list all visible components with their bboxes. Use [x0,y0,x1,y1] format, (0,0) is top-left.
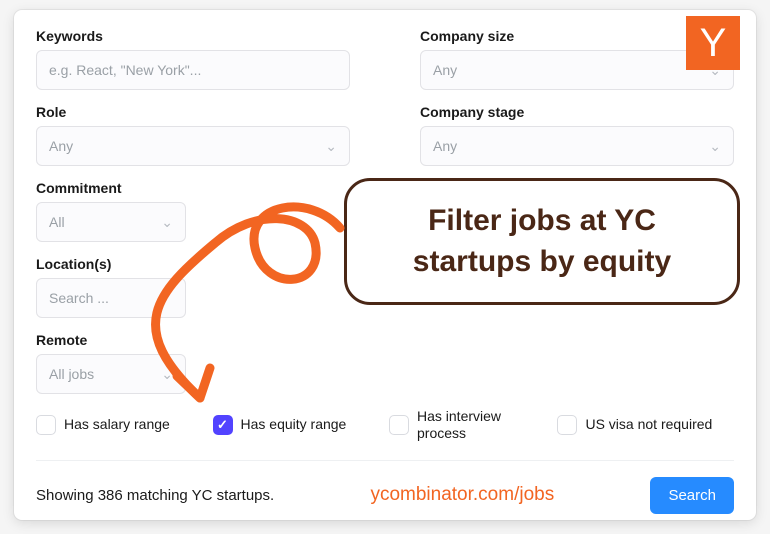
role-select[interactable]: Any ⌄ [36,126,350,166]
locations-label: Location(s) [36,256,350,272]
footer: Showing 386 matching YC startups. ycombi… [36,461,734,514]
interview-check-label: Has interview process [417,408,527,442]
company-stage-value: Any [433,138,457,154]
remote-value: All jobs [49,366,94,382]
visa-check-item[interactable]: US visa not required [557,415,734,435]
locations-input[interactable]: Search ... [36,278,186,318]
role-value: Any [49,138,73,154]
salary-check-item[interactable]: Has salary range [36,415,205,435]
chevron-down-icon: ⌄ [161,214,173,231]
remote-select[interactable]: All jobs ⌄ [36,354,186,394]
commitment-label: Commitment [36,180,350,196]
equity-check-item[interactable]: ✓ Has equity range [213,415,382,435]
yc-logo: Y [686,16,740,70]
locations-placeholder: Search ... [49,290,109,306]
left-column: Keywords e.g. React, "New York"... Role … [36,28,350,394]
remote-label: Remote [36,332,350,348]
url-annotation: ycombinator.com/jobs [370,484,554,506]
chevron-down-icon: ⌄ [709,138,721,155]
visa-checkbox[interactable] [557,415,577,435]
keywords-placeholder: e.g. React, "New York"... [49,62,201,78]
callout-bubble: Filter jobs at YC startups by equity [344,178,740,305]
commitment-value: All [49,214,65,230]
company-stage-label: Company stage [420,104,734,120]
salary-check-label: Has salary range [64,416,170,433]
yc-logo-letter: Y [700,21,727,66]
interview-check-item[interactable]: Has interview process [389,408,549,442]
results-text: Showing 386 matching YC startups. [36,487,274,504]
commitment-select[interactable]: All ⌄ [36,202,186,242]
salary-checkbox[interactable] [36,415,56,435]
chevron-down-icon: ⌄ [161,366,173,383]
visa-check-label: US visa not required [585,416,712,433]
chevron-down-icon: ⌄ [325,138,337,155]
search-button[interactable]: Search [650,477,734,514]
role-label: Role [36,104,350,120]
company-size-value: Any [433,62,457,78]
keywords-label: Keywords [36,28,350,44]
checkbox-row: Has salary range ✓ Has equity range Has … [36,394,734,461]
equity-check-label: Has equity range [241,416,347,433]
keywords-input[interactable]: e.g. React, "New York"... [36,50,350,90]
interview-checkbox[interactable] [389,415,409,435]
company-stage-select[interactable]: Any ⌄ [420,126,734,166]
callout-text: Filter jobs at YC startups by equity [413,204,671,278]
equity-checkbox[interactable]: ✓ [213,415,233,435]
